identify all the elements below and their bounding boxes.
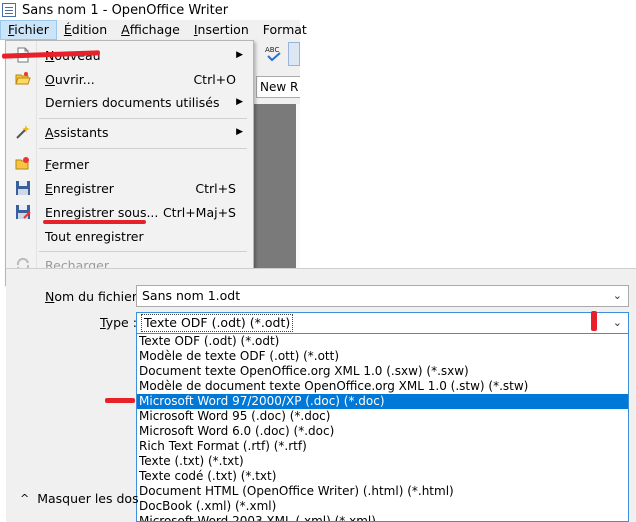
file-type-option[interactable]: Modèle de texte ODF (.ott) (*.ott) (137, 349, 628, 364)
open-folder-icon (15, 72, 31, 85)
menu-format[interactable]: Format (256, 20, 314, 40)
save-as-dialog: Nom du fichier : Sans nom 1.odt ⌄ Type :… (6, 268, 636, 522)
chevron-down-icon[interactable]: ⌄ (613, 286, 622, 306)
writer-app-icon (2, 3, 16, 17)
chevron-down-icon[interactable]: ⌄ (613, 313, 622, 333)
font-name-box[interactable]: New R (256, 76, 300, 98)
menu-insertion[interactable]: Insertion (187, 20, 256, 40)
file-type-option-selected[interactable]: Microsoft Word 97/2000/XP (.doc) (*.doc) (137, 394, 628, 409)
file-type-select[interactable]: Texte ODF (.odt) (*.odt) ⌄ (136, 312, 629, 334)
file-type-option[interactable]: Texte codé (.txt) (*.txt) (137, 469, 628, 484)
menu-item-fermer[interactable]: Fermer (6, 153, 253, 175)
file-type-option[interactable]: DocBook (.xml) (*.xml) (137, 499, 628, 514)
menu-item-tout-enregistrer[interactable]: Tout enregistrer (6, 225, 253, 247)
menu-affichage[interactable]: Affichage (114, 20, 187, 40)
autospellcheck-icon[interactable] (288, 42, 300, 66)
document-background (254, 104, 300, 290)
filename-input[interactable]: Sans nom 1.odt ⌄ (136, 285, 629, 307)
save-as-icon (16, 205, 31, 219)
menu-item-enregistrer[interactable]: Enregistrer Ctrl+S (6, 177, 253, 199)
menu-item-assistants[interactable]: Assistants ▶ (6, 121, 253, 143)
menu-separator (39, 118, 247, 119)
menu-item-ouvrir[interactable]: Ouvrir... Ctrl+O (6, 68, 253, 90)
file-type-option[interactable]: Document HTML (OpenOffice Writer) (.html… (137, 484, 628, 499)
hide-folders-toggle[interactable]: ^ Masquer les dos (20, 491, 139, 506)
chevron-up-icon: ^ (20, 492, 30, 505)
red-annotation-mark (591, 311, 597, 331)
file-menu-dropdown: Nouveau ▶ Ouvrir... Ctrl+O Derniers docu… (5, 40, 254, 286)
file-type-option[interactable]: Texte ODF (.odt) (*.odt) (137, 334, 628, 349)
title-bar: Sans nom 1 - OpenOffice Writer (0, 0, 300, 20)
file-type-option[interactable]: Modèle de document texte OpenOffice.org … (137, 379, 628, 394)
submenu-arrow-icon: ▶ (236, 50, 243, 60)
close-document-icon (15, 157, 29, 170)
file-type-option[interactable]: Rich Text Format (.rtf) (*.rtf) (137, 439, 628, 454)
window-title: Sans nom 1 - OpenOffice Writer (22, 2, 229, 18)
file-type-option[interactable]: Microsoft Word 6.0 (.doc) (*.doc) (137, 424, 628, 439)
type-label: Type : (100, 315, 137, 330)
menu-bar: Fichier Édition Affichage Insertion Form… (0, 20, 307, 40)
spellcheck-abc-icon[interactable]: ABC (264, 44, 284, 64)
file-type-option[interactable]: Document texte OpenOffice.org XML 1.0 (.… (137, 364, 628, 379)
menu-separator (39, 148, 247, 149)
submenu-arrow-icon: ▶ (236, 97, 243, 107)
file-type-options-list: Texte ODF (.odt) (*.odt) Modèle de texte… (136, 334, 629, 522)
svg-text:ABC: ABC (265, 46, 279, 54)
document-page[interactable] (296, 104, 300, 290)
menu-item-derniers-documents[interactable]: Derniers documents utilisés ▶ (6, 91, 253, 113)
filename-label: Nom du fichier : (45, 289, 146, 304)
save-icon (16, 181, 30, 195)
wizard-icon (16, 125, 30, 139)
menu-edition[interactable]: Édition (57, 20, 114, 40)
red-annotation-mark (43, 220, 146, 224)
submenu-arrow-icon: ▶ (236, 127, 243, 137)
menu-separator (39, 251, 247, 252)
file-type-option[interactable]: Texte (.txt) (*.txt) (137, 454, 628, 469)
file-type-option[interactable]: Microsoft Word 95 (.doc) (*.doc) (137, 409, 628, 424)
red-annotation-mark (105, 398, 135, 403)
menu-fichier[interactable]: Fichier (0, 20, 57, 40)
